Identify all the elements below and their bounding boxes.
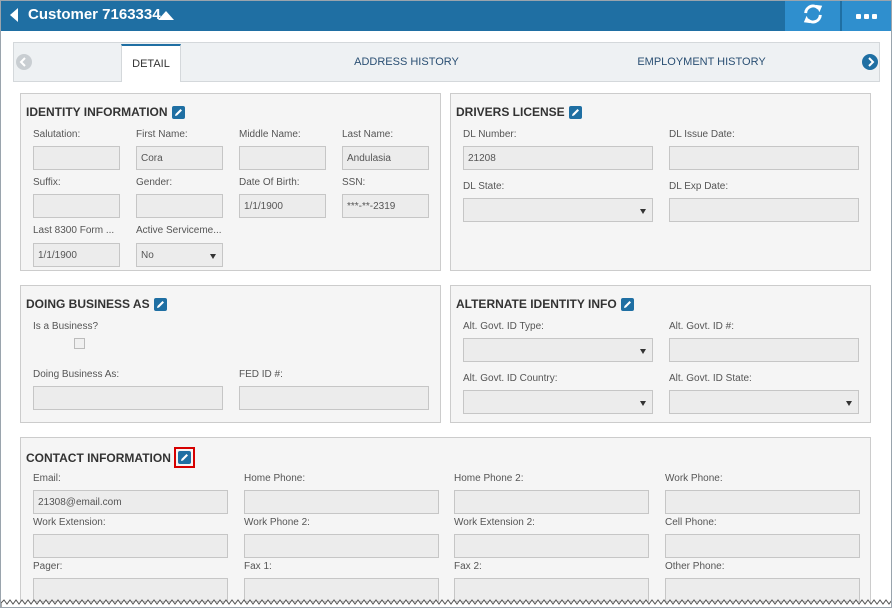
doing-business-as-panel: DOING BUSINESS AS Is a Business? Doing B… bbox=[20, 285, 441, 423]
work-extension-field[interactable] bbox=[33, 534, 228, 558]
work-phone-field[interactable] bbox=[665, 490, 860, 514]
dl-state-select[interactable] bbox=[463, 198, 653, 222]
home-phone-2-label: Home Phone 2: bbox=[454, 473, 524, 484]
alternate-identity-panel: ALTERNATE IDENTITY INFO Alt. Govt. ID Ty… bbox=[450, 285, 871, 423]
is-business-label: Is a Business? bbox=[33, 321, 99, 332]
identity-title: IDENTITY INFORMATION bbox=[26, 105, 168, 119]
tab-scroll-right-icon[interactable] bbox=[862, 54, 878, 70]
edit-pencil-icon[interactable] bbox=[568, 105, 582, 119]
alt-id-type-select[interactable] bbox=[463, 338, 653, 362]
alt-id-state-select[interactable] bbox=[669, 390, 859, 414]
back-arrow-icon[interactable] bbox=[9, 7, 23, 25]
more-options-button[interactable] bbox=[842, 1, 891, 31]
home-phone-field[interactable] bbox=[244, 490, 439, 514]
dba-title: DOING BUSINESS AS bbox=[26, 297, 150, 311]
ssn-label: SSN: bbox=[342, 177, 366, 188]
edit-pencil-icon[interactable] bbox=[153, 297, 167, 311]
last-name-label: Last Name: bbox=[342, 129, 394, 140]
drivers-license-panel: DRIVERS LICENSE DL Number: 21208 DL Issu… bbox=[450, 93, 871, 271]
fed-id-label: FED ID #: bbox=[239, 369, 283, 380]
last-8300-form-field[interactable]: 1/1/1900 bbox=[33, 243, 120, 267]
dl-number-label: DL Number: bbox=[463, 129, 517, 140]
work-extension-label: Work Extension: bbox=[33, 517, 106, 528]
gender-field[interactable] bbox=[136, 194, 223, 218]
middle-name-field[interactable] bbox=[239, 146, 326, 170]
salutation-label: Salutation: bbox=[33, 129, 81, 140]
salutation-field[interactable] bbox=[33, 146, 120, 170]
tab-address-history[interactable]: ADDRESS HISTORY bbox=[344, 43, 469, 81]
work-phone-label: Work Phone: bbox=[665, 473, 723, 484]
fax-2-label: Fax 2: bbox=[454, 561, 482, 572]
header-bar: Customer 7163334 bbox=[1, 1, 891, 31]
last-name-field[interactable]: Andulasia bbox=[342, 146, 429, 170]
suffix-label: Suffix: bbox=[33, 177, 61, 188]
tab-scroll-left-icon[interactable] bbox=[16, 54, 32, 70]
work-extension-2-label: Work Extension 2: bbox=[454, 517, 535, 528]
ssn-field[interactable]: ***-**-2319 bbox=[342, 194, 429, 218]
alt-identity-title: ALTERNATE IDENTITY INFO bbox=[456, 297, 617, 311]
contact-information-panel: CONTACT INFORMATION Email: 21308@email.c… bbox=[20, 437, 871, 607]
work-extension-2-field[interactable] bbox=[454, 534, 649, 558]
tab-employment-history[interactable]: EMPLOYMENT HISTORY bbox=[634, 43, 769, 81]
dob-field[interactable]: 1/1/1900 bbox=[239, 194, 326, 218]
drivers-license-title: DRIVERS LICENSE bbox=[456, 105, 565, 119]
first-name-label: First Name: bbox=[136, 129, 188, 140]
identity-information-panel: IDENTITY INFORMATION Salutation: First N… bbox=[20, 93, 441, 271]
email-label: Email: bbox=[33, 473, 61, 484]
dl-issue-date-label: DL Issue Date: bbox=[669, 129, 735, 140]
other-phone-label: Other Phone: bbox=[665, 561, 725, 572]
edit-pencil-icon[interactable] bbox=[171, 105, 185, 119]
more-dots-icon bbox=[856, 13, 877, 19]
alt-id-number-field[interactable] bbox=[669, 338, 859, 362]
tab-bar: DETAIL ADDRESS HISTORY EMPLOYMENT HISTOR… bbox=[13, 42, 880, 82]
dl-number-field[interactable]: 21208 bbox=[463, 146, 653, 170]
cell-phone-label: Cell Phone: bbox=[665, 517, 717, 528]
customer-window: Customer 7163334 DETAIL ADDRESS HISTORY … bbox=[0, 0, 892, 608]
refresh-icon bbox=[802, 3, 824, 30]
alt-id-number-label: Alt. Govt. ID #: bbox=[669, 321, 735, 332]
torn-edge bbox=[1, 599, 891, 607]
pager-label: Pager: bbox=[33, 561, 63, 572]
home-phone-label: Home Phone: bbox=[244, 473, 306, 484]
dba-name-field[interactable] bbox=[33, 386, 223, 410]
home-phone-2-field[interactable] bbox=[454, 490, 649, 514]
dl-state-label: DL State: bbox=[463, 181, 505, 192]
email-field[interactable]: 21308@email.com bbox=[33, 490, 228, 514]
cell-phone-field[interactable] bbox=[665, 534, 860, 558]
gender-label: Gender: bbox=[136, 177, 173, 188]
edit-pencil-icon[interactable] bbox=[177, 451, 191, 464]
highlight-box bbox=[173, 447, 195, 468]
refresh-button[interactable] bbox=[785, 1, 840, 31]
alt-id-state-label: Alt. Govt. ID State: bbox=[669, 373, 752, 384]
contact-title: CONTACT INFORMATION bbox=[26, 450, 171, 465]
is-business-checkbox[interactable] bbox=[74, 338, 85, 349]
active-servicemember-label: Active Serviceme... bbox=[136, 225, 222, 236]
edit-pencil-icon[interactable] bbox=[620, 297, 634, 311]
tab-detail[interactable]: DETAIL bbox=[121, 44, 181, 82]
dl-exp-date-field[interactable] bbox=[669, 198, 859, 222]
active-servicemember-select[interactable]: No bbox=[136, 243, 223, 267]
last-8300-form-label: Last 8300 Form ... bbox=[33, 225, 115, 236]
alt-id-type-label: Alt. Govt. ID Type: bbox=[463, 321, 544, 332]
fed-id-field[interactable] bbox=[239, 386, 429, 410]
work-phone-2-label: Work Phone 2: bbox=[244, 517, 310, 528]
collapse-caret-icon[interactable] bbox=[158, 11, 174, 20]
middle-name-label: Middle Name: bbox=[239, 129, 301, 140]
dba-name-label: Doing Business As: bbox=[33, 369, 120, 380]
dl-issue-date-field[interactable] bbox=[669, 146, 859, 170]
alt-id-country-select[interactable] bbox=[463, 390, 653, 414]
suffix-field[interactable] bbox=[33, 194, 120, 218]
dob-label: Date Of Birth: bbox=[239, 177, 300, 188]
fax-1-label: Fax 1: bbox=[244, 561, 272, 572]
dl-exp-date-label: DL Exp Date: bbox=[669, 181, 729, 192]
work-phone-2-field[interactable] bbox=[244, 534, 439, 558]
page-title: Customer 7163334 bbox=[28, 6, 161, 23]
alt-id-country-label: Alt. Govt. ID Country: bbox=[463, 373, 558, 384]
first-name-field[interactable]: Cora bbox=[136, 146, 223, 170]
